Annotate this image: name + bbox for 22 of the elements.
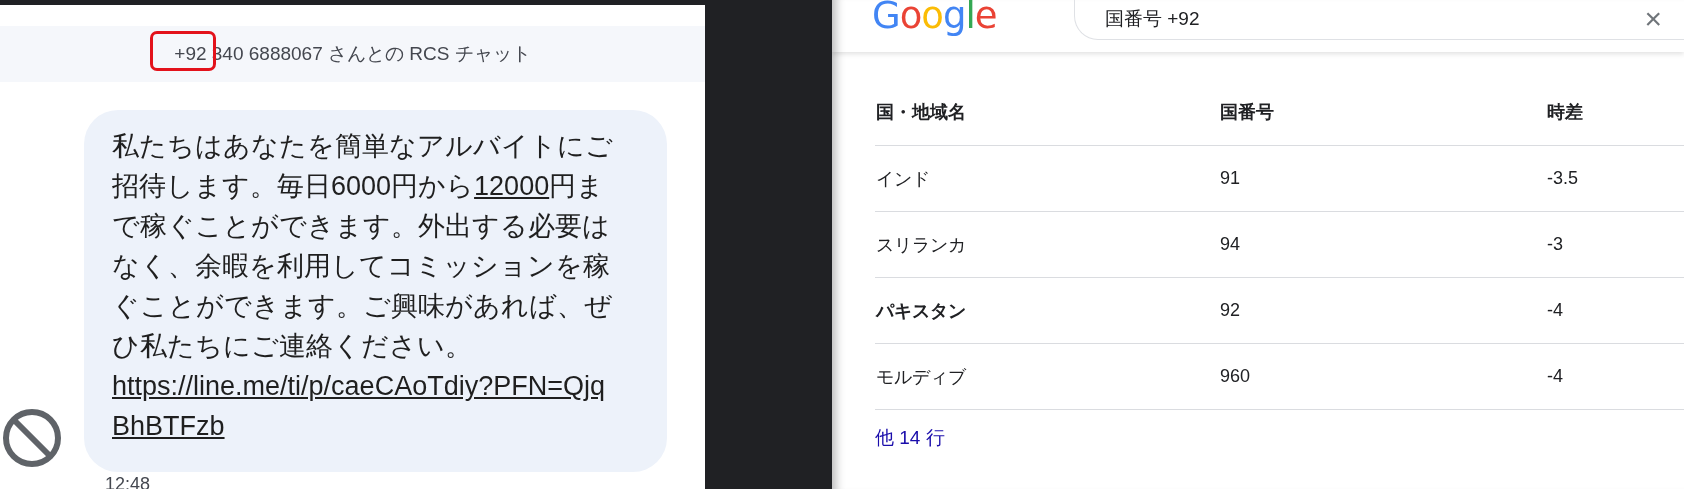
table-cell: 94 <box>1219 211 1546 278</box>
table-cell: 91 <box>1219 145 1546 212</box>
table-cell: -4 <box>1546 277 1684 344</box>
more-rows-link[interactable]: 他 14 行 <box>875 425 945 451</box>
message-text: 私たちはあなたを簡単なアルバイトにご招待します。毎日6000円から 12000円まで稼ぐことができます。外出する必要はなく、余暇を利用してコミッションを稼ぐことができます。ご興味があれば、ぜひ私たちにご連絡ください。 <box>112 130 614 363</box>
table-cell: -3 <box>1546 211 1684 278</box>
url-link[interactable]: https://line.me/ti/p/caeCAoTdiy?PFN=QjqBhBTFzb <box>112 366 617 446</box>
blocked-icon <box>2 408 62 468</box>
table-cell: -4 <box>1546 343 1684 410</box>
table-cell: 92 <box>1219 277 1546 344</box>
number-link[interactable]: 12000 <box>474 171 550 201</box>
column-header: 国・地域名 <box>875 79 1219 146</box>
table-cell: パキスタン <box>875 277 1219 344</box>
logo[interactable]: Google <box>872 0 1074 37</box>
column-header: 時差 <box>1546 79 1684 146</box>
table-cell: -3.5 <box>1546 145 1684 212</box>
table-cell: モルディブ <box>875 343 1219 410</box>
column-header: 国番号 <box>1219 79 1546 146</box>
table-cell: 960 <box>1219 343 1546 410</box>
table-cell: スリランカ <box>875 211 1219 278</box>
search-field[interactable]: 国番号 +92 × <box>1074 0 1684 40</box>
table-cell: インド <box>875 145 1219 212</box>
